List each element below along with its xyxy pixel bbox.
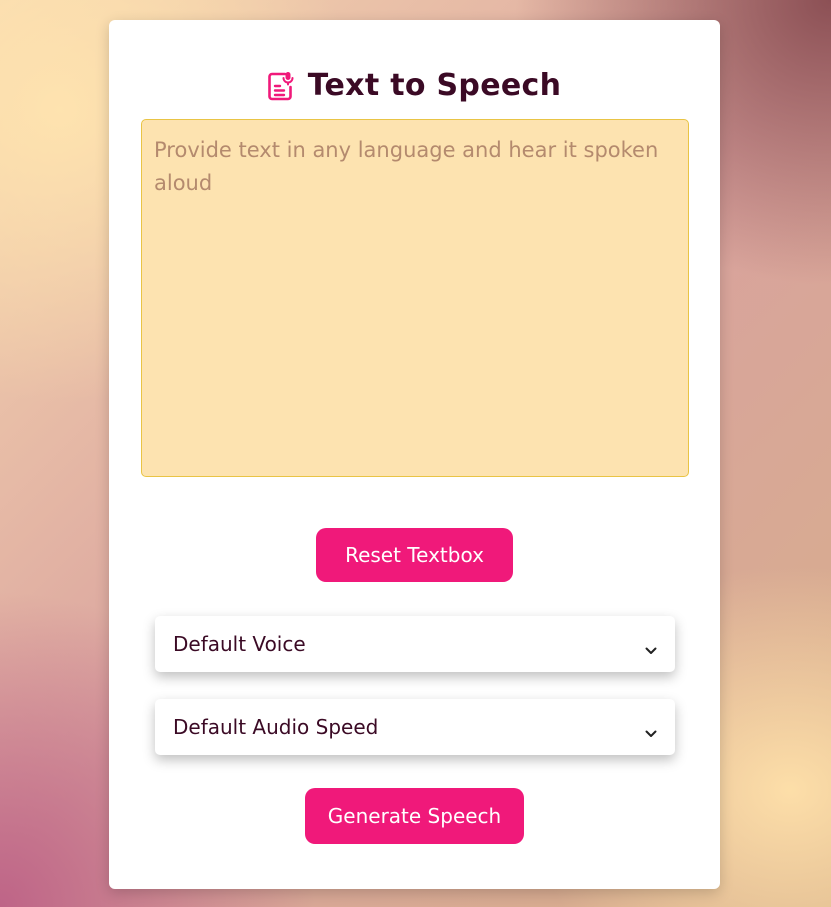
chevron-down-icon [645, 640, 657, 654]
voice-select[interactable]: Default Voice [155, 616, 675, 672]
generate-speech-button[interactable]: Generate Speech [305, 788, 524, 844]
page-title: Text to Speech [307, 68, 562, 103]
audio-speed-select-value: Default Audio Speed [173, 715, 379, 739]
tts-card: Text to Speech Reset Textbox Default Voi… [109, 20, 720, 889]
voice-select-value: Default Voice [173, 632, 306, 656]
text-input[interactable] [141, 119, 689, 477]
document-mic-icon [267, 71, 294, 101]
audio-speed-select[interactable]: Default Audio Speed [155, 699, 675, 755]
reset-textbox-button[interactable]: Reset Textbox [316, 528, 513, 582]
chevron-down-icon [645, 723, 657, 737]
title-row: Text to Speech [109, 68, 720, 103]
